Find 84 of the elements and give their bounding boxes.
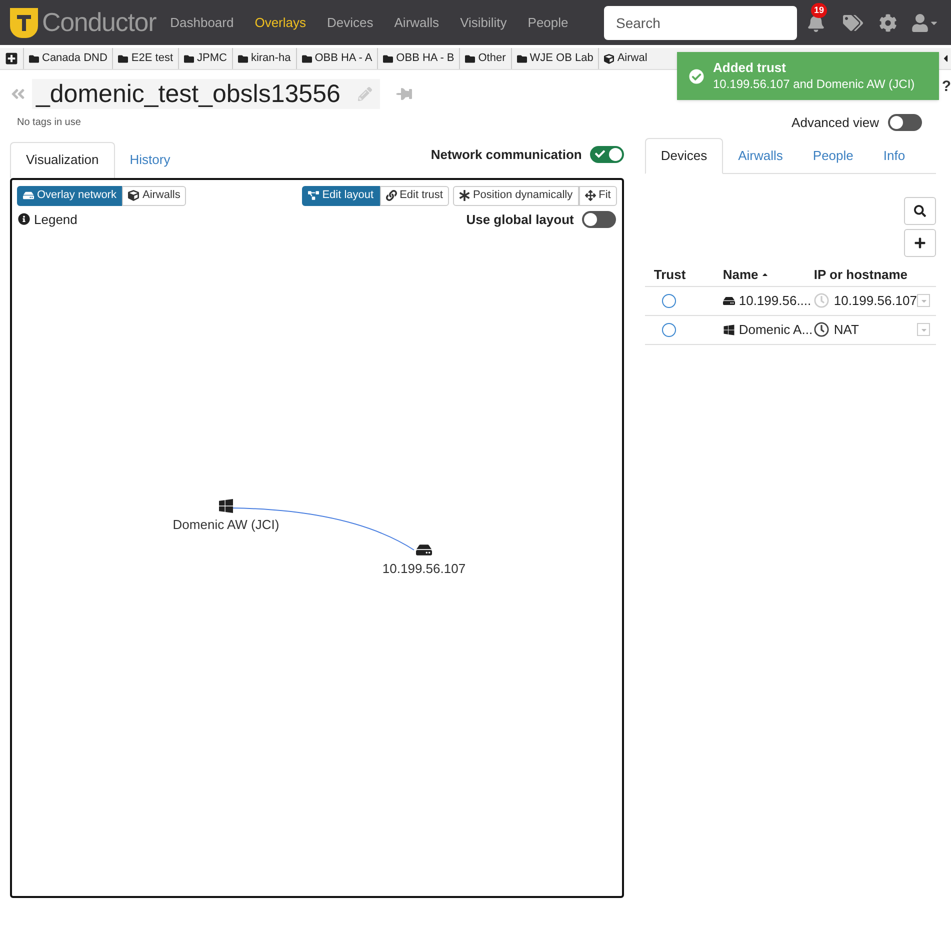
- bookmark-link[interactable]: OBB HA - B: [377, 48, 460, 69]
- cube-icon: [128, 190, 140, 201]
- bookmark-link[interactable]: Other: [459, 48, 511, 69]
- server-icon: [722, 294, 735, 306]
- bookmark-link[interactable]: OBB HA - A: [296, 48, 378, 69]
- toolbar-button[interactable]: Edit layout: [302, 186, 380, 206]
- asterisk-icon: [458, 190, 470, 201]
- bookmark-link[interactable]: kiran-ha: [232, 48, 296, 69]
- toolbar-button[interactable]: Edit trust: [380, 186, 449, 206]
- overlay-title[interactable]: _domenic_test_obsls13556: [32, 79, 380, 109]
- folder-icon: [238, 54, 248, 64]
- toast-title: Added trust: [713, 59, 787, 76]
- search-field[interactable]: Search: [604, 6, 797, 40]
- toolbar-button[interactable]: Airwalls: [122, 186, 186, 206]
- tab[interactable]: Visualization: [10, 142, 115, 178]
- column-header[interactable]: Name: [722, 265, 814, 285]
- bookmark-link[interactable]: JPMC: [178, 48, 232, 69]
- user-icon[interactable]: [911, 14, 929, 32]
- node-label: Domenic AW (JCI): [172, 516, 280, 534]
- search-button[interactable]: [904, 196, 936, 224]
- bookmark-link[interactable]: E2E test: [112, 48, 178, 69]
- folder-icon: [184, 54, 194, 64]
- toolbar-button[interactable]: Overlay network: [17, 186, 122, 206]
- bookmark-link[interactable]: Canada DND: [23, 48, 112, 69]
- server-icon: [23, 190, 34, 201]
- table-cell-text: 10.199.56....: [738, 292, 812, 310]
- tab[interactable]: Devices: [644, 138, 724, 174]
- network-communication-label: Network communication: [430, 146, 582, 164]
- check-icon: [594, 149, 605, 160]
- bookmark-link[interactable]: WJE OB Lab: [510, 48, 598, 69]
- windows-icon: [722, 324, 735, 336]
- tab[interactable]: Airwalls: [723, 138, 798, 174]
- table-cell-text: Domenic A...: [738, 320, 813, 339]
- toggle-switch[interactable]: [582, 210, 616, 228]
- nav-link[interactable]: People: [528, 12, 568, 32]
- tab[interactable]: History: [114, 142, 186, 178]
- tags-text: No tags in use: [17, 116, 81, 130]
- column-header: Trust: [654, 266, 687, 284]
- add-icon[interactable]: [5, 52, 18, 65]
- search-icon: [914, 204, 926, 216]
- add-button[interactable]: [904, 228, 936, 256]
- cube-icon: [604, 54, 614, 64]
- nav-link[interactable]: Dashboard: [170, 12, 234, 32]
- nav-link[interactable]: Visibility: [460, 12, 507, 32]
- toggle-switch[interactable]: [888, 114, 922, 132]
- folder-icon: [118, 54, 128, 64]
- move-icon: [584, 190, 596, 201]
- windows-icon: [218, 498, 234, 514]
- toolbar-button[interactable]: Position dynamically: [452, 186, 579, 206]
- folder-icon: [383, 54, 394, 64]
- tags-icon[interactable]: [843, 12, 863, 32]
- sort-caret-icon: [761, 271, 770, 279]
- help-icon[interactable]: ?: [942, 76, 951, 98]
- tab[interactable]: People: [798, 138, 868, 174]
- global-layout-label: Use global layout: [466, 210, 574, 229]
- node-label: 10.199.56.107: [382, 560, 466, 578]
- nav-link[interactable]: Airwalls: [394, 12, 440, 32]
- trust-radio[interactable]: [662, 322, 676, 336]
- bookmark-link[interactable]: Airwal: [598, 48, 652, 69]
- toolbar-button[interactable]: Fit: [578, 186, 617, 206]
- folder-icon: [465, 54, 476, 64]
- link-icon: [386, 190, 397, 201]
- info-icon: [18, 213, 30, 226]
- folder-icon: [302, 54, 312, 64]
- legend-button[interactable]: Legend: [18, 210, 78, 229]
- brand-name: Conductor: [42, 6, 156, 39]
- toast-message: 10.199.56.107 and Domenic AW (JCI): [713, 76, 915, 93]
- plus-icon: [914, 236, 926, 248]
- server-icon: [416, 542, 432, 558]
- folder-icon: [516, 54, 527, 64]
- trust-radio[interactable]: [662, 294, 676, 308]
- notification-badge: 19: [811, 2, 828, 18]
- table-cell-text: 10.199.56.107: [834, 292, 917, 310]
- column-header: IP or hostname: [814, 266, 908, 284]
- nav-link[interactable]: Devices: [327, 12, 374, 32]
- shield-logo-icon: [10, 8, 38, 38]
- settings-icon[interactable]: [879, 14, 897, 32]
- tab[interactable]: Info: [868, 138, 920, 174]
- diagram-icon: [308, 190, 320, 201]
- nav-link[interactable]: Overlays: [254, 12, 306, 32]
- toggle-switch[interactable]: [590, 146, 624, 163]
- advanced-view-label: Advanced view: [792, 114, 879, 132]
- folder-icon: [29, 54, 39, 64]
- table-cell-text: NAT: [834, 320, 859, 339]
